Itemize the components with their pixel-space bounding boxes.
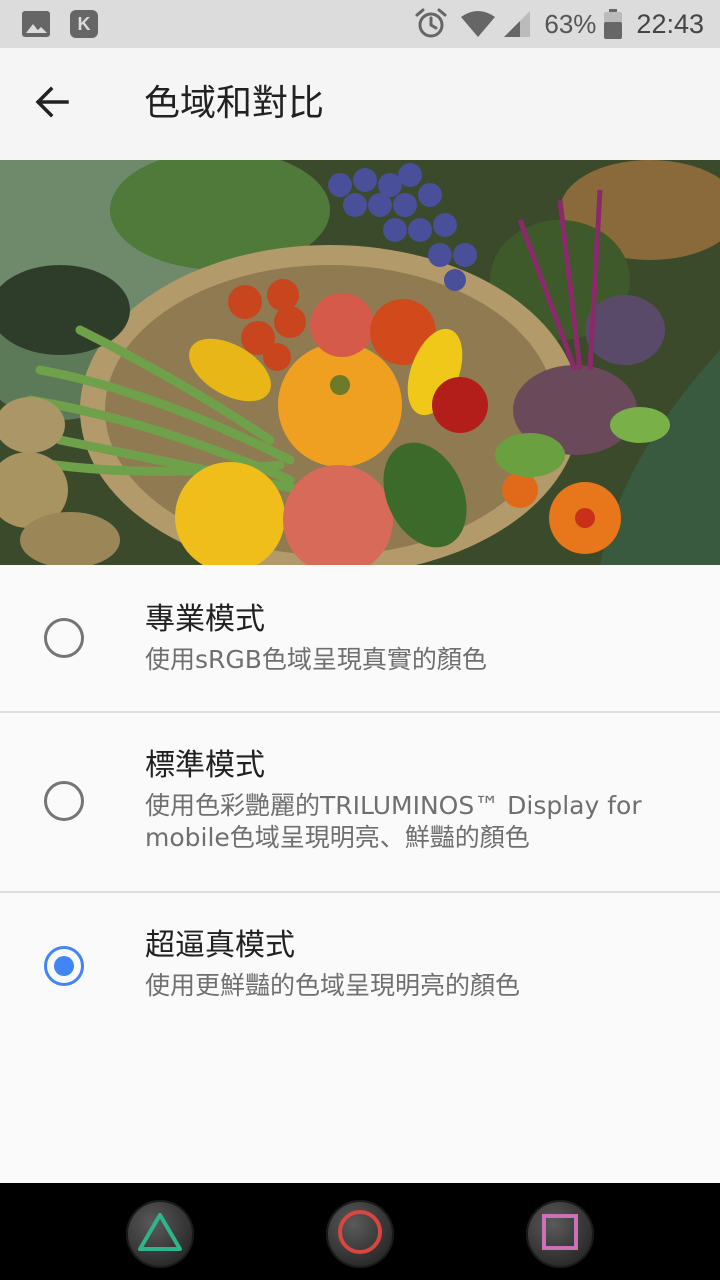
navigation-bar bbox=[0, 1183, 720, 1280]
app-bar: 色域和對比 bbox=[0, 48, 720, 160]
image-icon bbox=[22, 11, 50, 37]
square-icon bbox=[540, 1212, 580, 1256]
option-subtitle-line2: mobile色域呈現明亮、鮮豔的顏色 bbox=[145, 823, 530, 852]
wifi-icon bbox=[460, 9, 496, 39]
clock: 22:43 bbox=[636, 8, 704, 39]
recents-nav-button[interactable] bbox=[526, 1200, 594, 1268]
battery-percent: 63% bbox=[544, 8, 597, 39]
circle-icon bbox=[336, 1208, 384, 1260]
option-standard[interactable]: 標準模式 使用色彩艷麗的TRILUMINOS™ Display for mobi… bbox=[0, 713, 720, 893]
status-bar: K 63% 22:43 bbox=[0, 0, 720, 48]
color-gamut-options: 專業模式 使用sRGB色域呈現真實的顏色 標準模式 使用色彩艷麗的TRILUMI… bbox=[0, 565, 720, 1183]
option-subtitle-line1: 使用色彩艷麗的TRILUMINOS™ Display for bbox=[145, 791, 642, 820]
option-super-vivid[interactable]: 超逼真模式 使用更鮮豔的色域呈現明亮的顏色 bbox=[0, 893, 720, 1183]
option-subtitle: 使用更鮮豔的色域呈現明亮的顏色 bbox=[145, 971, 521, 1000]
option-title: 超逼真模式 bbox=[145, 928, 295, 963]
preview-image bbox=[0, 160, 720, 565]
option-title: 標準模式 bbox=[145, 748, 265, 783]
option-subtitle: 使用sRGB色域呈現真實的顏色 bbox=[145, 645, 487, 674]
k-app-icon: K bbox=[70, 10, 98, 38]
signal-icon bbox=[502, 9, 532, 39]
home-nav-button[interactable] bbox=[326, 1200, 394, 1268]
back-button[interactable] bbox=[24, 76, 80, 132]
option-professional[interactable]: 專業模式 使用sRGB色域呈現真實的顏色 bbox=[0, 565, 720, 713]
triangle-icon bbox=[137, 1212, 183, 1256]
arrow-left-icon bbox=[34, 84, 70, 124]
page-title: 色域和對比 bbox=[144, 83, 325, 124]
battery-icon bbox=[604, 9, 623, 39]
option-title: 專業模式 bbox=[145, 602, 265, 637]
alarm-icon bbox=[414, 7, 448, 41]
back-nav-button[interactable] bbox=[126, 1200, 194, 1268]
radio-standard[interactable] bbox=[44, 781, 84, 821]
radio-super-vivid[interactable] bbox=[44, 946, 84, 986]
radio-professional[interactable] bbox=[44, 618, 84, 658]
